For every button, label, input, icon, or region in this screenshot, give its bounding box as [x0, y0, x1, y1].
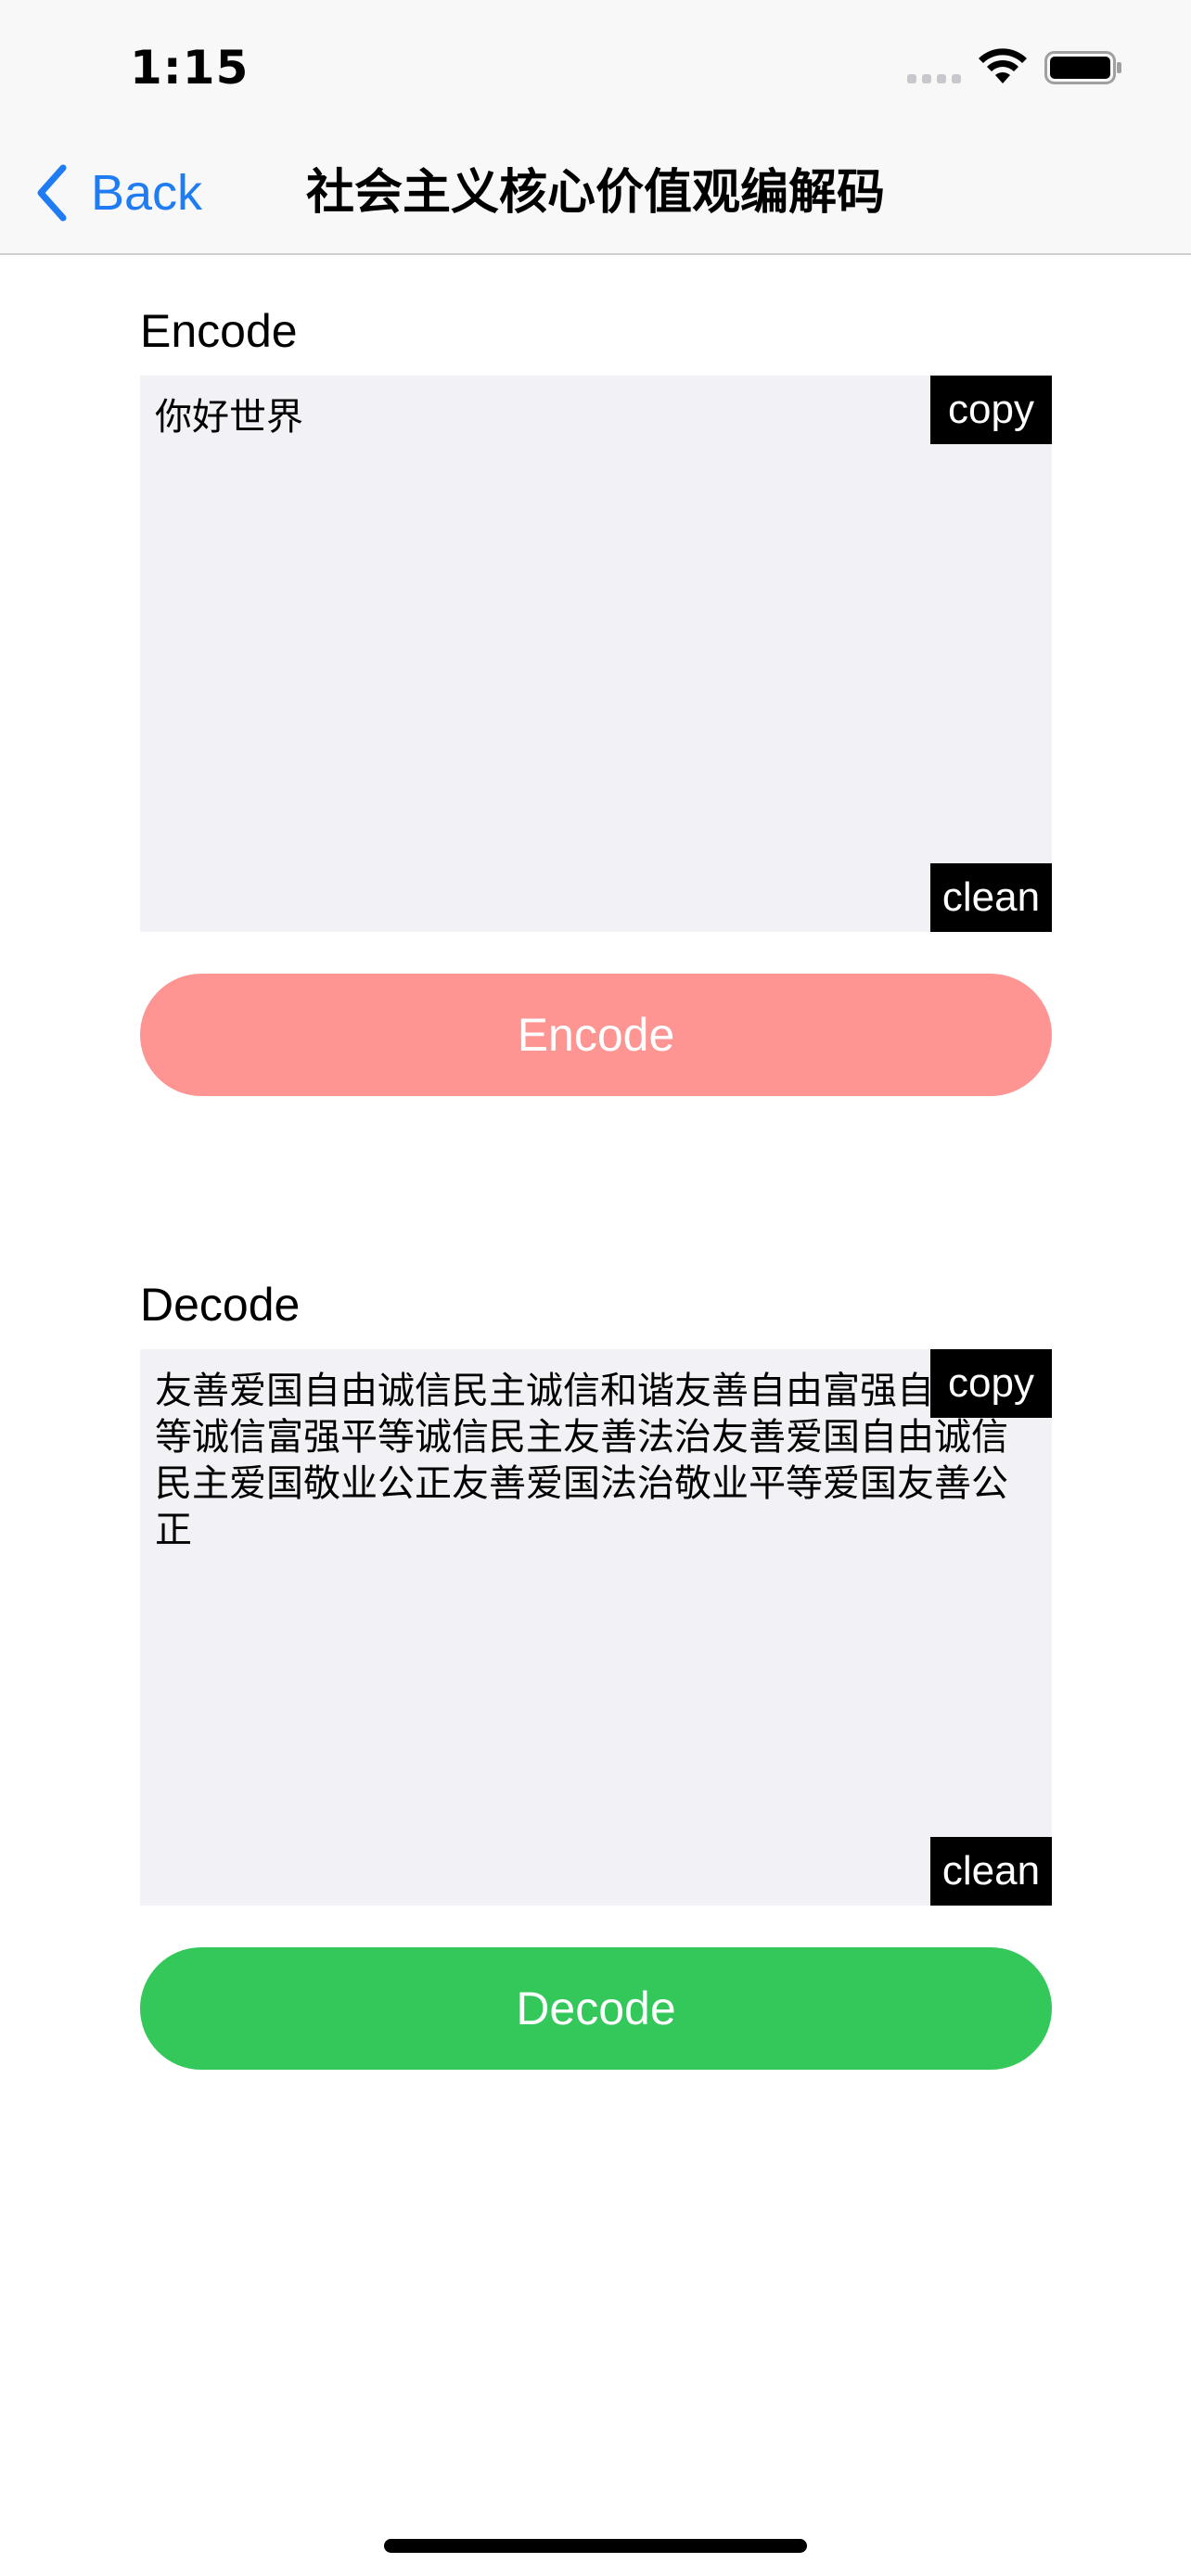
- encode-text: 你好世界: [155, 396, 303, 439]
- app-screen: 1:15 Back 社会主义核心价值观编解码 Encode 你好世界 copy …: [0, 0, 1191, 2576]
- decode-label: Decode: [140, 1279, 301, 1331]
- encode-textarea[interactable]: 你好世界 copy clean: [140, 376, 1052, 932]
- chevron-left-icon: [37, 164, 67, 222]
- wifi-icon: [979, 48, 1027, 83]
- encode-label: Encode: [140, 305, 298, 357]
- navigation-bar: 1:15 Back 社会主义核心价值观编解码: [0, 0, 1191, 255]
- decode-text: 友善爱国自由诚信民主诚信和谐友善自由富强自由平等诚信富强平等诚信民主友善法治友善…: [155, 1370, 1008, 1551]
- encode-button[interactable]: Encode: [140, 974, 1052, 1096]
- home-indicator[interactable]: [384, 2539, 807, 2553]
- encode-clean-button[interactable]: clean: [930, 863, 1052, 932]
- back-button[interactable]: Back: [33, 156, 202, 230]
- signal-icon: [907, 72, 963, 83]
- battery-icon: [1044, 51, 1121, 84]
- decode-copy-button[interactable]: copy: [930, 1349, 1052, 1418]
- decode-clean-button[interactable]: clean: [930, 1837, 1052, 1906]
- decode-textarea[interactable]: 友善爱国自由诚信民主诚信和谐友善自由富强自由平等诚信富强平等诚信民主友善法治友善…: [140, 1349, 1052, 1906]
- encode-copy-button[interactable]: copy: [930, 376, 1052, 444]
- decode-button[interactable]: Decode: [140, 1947, 1052, 2070]
- page-title: 社会主义核心价值观编解码: [305, 165, 885, 221]
- status-time: 1:15: [130, 41, 250, 95]
